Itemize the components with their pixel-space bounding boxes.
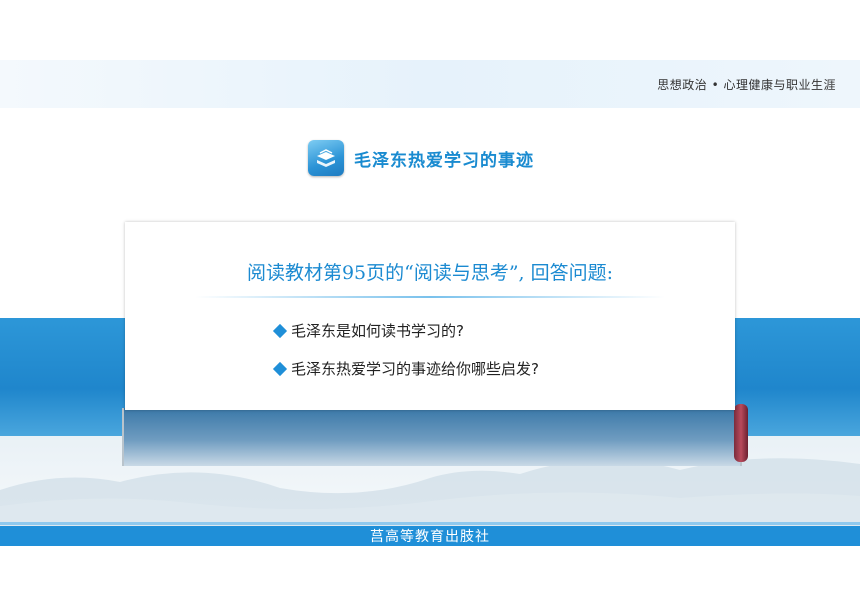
question-item: 毛泽东热爱学习的事迹给你哪些启发? [272,358,539,379]
subject-tag: 思想政治 • 心理健康与职业生涯 [657,78,836,92]
footer-bar: 莒高等教育出肢社 [0,522,860,546]
section-title: 毛泽东热爱学习的事迹 [308,140,534,176]
question-card: 阅读教材第95页的“阅读与思考”, 回答问题: 毛泽东是如何读书学习的? 毛泽东… [125,222,735,410]
diamond-bullet-icon [272,361,288,376]
section-title-text: 毛泽东热爱学习的事迹 [354,150,534,171]
question-text: 毛泽东热爱学习的事迹给你哪些启发? [291,360,539,378]
book-stack-icon [308,140,344,176]
heading-underline [195,296,665,298]
card-heading: 阅读教材第95页的“阅读与思考”, 回答问题: [246,262,614,284]
card-base [122,408,742,466]
diamond-bullet-icon [272,323,288,338]
question-item: 毛泽东是如何读书学习的? [272,320,464,341]
publisher-name: 莒高等教育出肢社 [370,529,490,545]
scroll-roll [734,404,748,462]
question-text: 毛泽东是如何读书学习的? [291,322,464,340]
